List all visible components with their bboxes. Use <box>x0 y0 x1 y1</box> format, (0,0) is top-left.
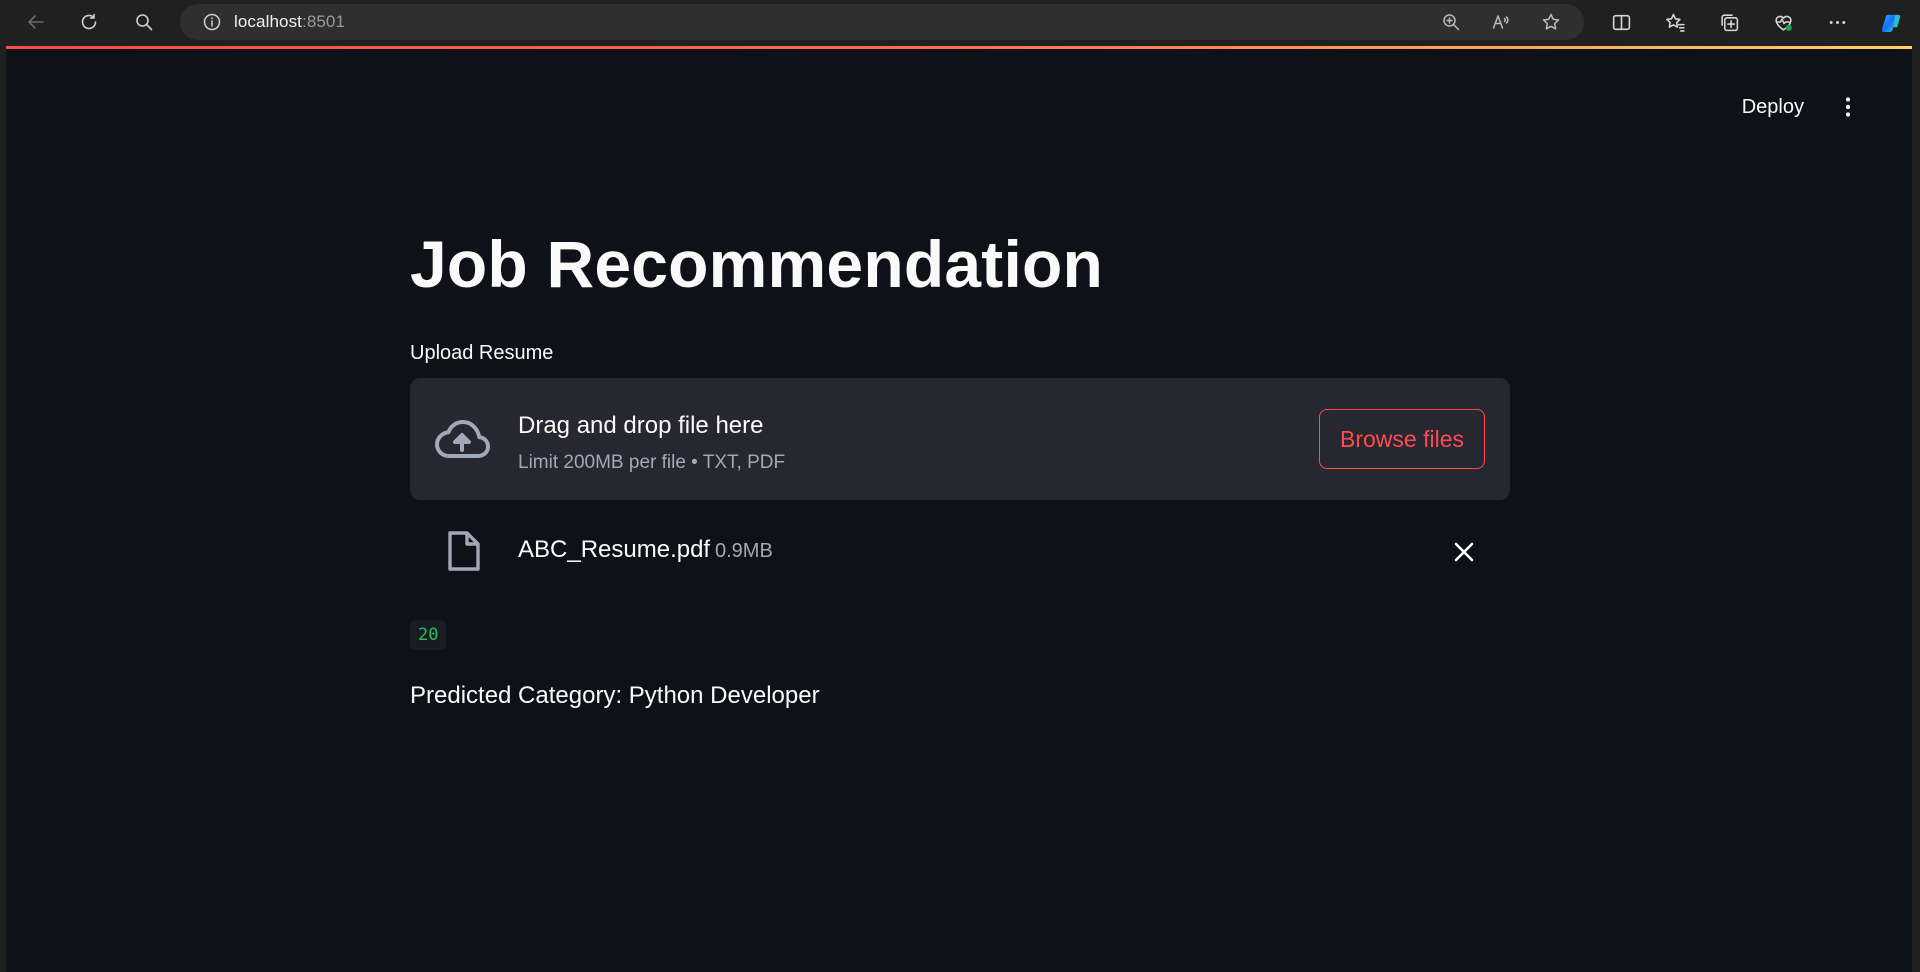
more-options-icon[interactable] <box>1810 0 1864 44</box>
file-dropzone[interactable]: Drag and drop file here Limit 200MB per … <box>410 378 1510 500</box>
dropzone-limits: Limit 200MB per file • TXT, PDF <box>518 452 786 473</box>
app-header: Deploy <box>1612 46 1912 156</box>
deploy-button[interactable]: Deploy <box>1732 88 1814 126</box>
uploaded-file-size: 0.9MB <box>715 540 773 562</box>
prediction-text: Predicted Category: Python Developer <box>410 682 820 709</box>
favorites-icon[interactable] <box>1648 0 1702 44</box>
browser-toolbar: localhost:8501 <box>0 0 1920 44</box>
zoom-icon[interactable] <box>1430 4 1472 40</box>
split-screen-icon[interactable] <box>1594 0 1648 44</box>
url-host: localhost <box>234 12 302 31</box>
uploaded-file-name: ABC_Resume.pdf <box>518 536 711 563</box>
uploaded-file-row: ABC_Resume.pdf 0.9MB <box>410 524 1510 582</box>
url-port: :8501 <box>302 12 346 31</box>
url-text[interactable]: localhost:8501 <box>234 12 345 32</box>
site-info-icon[interactable] <box>190 12 234 32</box>
app-viewport: Deploy Job Recommendation Upload Resume … <box>6 46 1912 972</box>
dropzone-title: Drag and drop file here <box>518 412 764 439</box>
address-bar[interactable]: localhost:8501 <box>180 4 1584 40</box>
file-icon <box>448 531 480 571</box>
cloud-upload-icon <box>435 420 490 458</box>
remove-file-icon[interactable] <box>1444 532 1484 572</box>
back-icon[interactable] <box>14 0 58 44</box>
refresh-icon[interactable] <box>67 0 111 44</box>
read-aloud-icon[interactable] <box>1480 4 1522 40</box>
page-title: Job Recommendation <box>410 227 1104 301</box>
browser-essentials-icon[interactable] <box>1756 0 1810 44</box>
search-icon[interactable] <box>122 0 166 44</box>
browse-files-button[interactable]: Browse files <box>1319 409 1485 469</box>
copilot-icon[interactable] <box>1864 0 1918 44</box>
collections-icon[interactable] <box>1702 0 1756 44</box>
favorite-star-icon[interactable] <box>1530 4 1572 40</box>
uploader-label: Upload Resume <box>410 342 554 364</box>
main-menu-icon[interactable] <box>1828 88 1868 126</box>
code-output: 20 <box>410 620 447 650</box>
